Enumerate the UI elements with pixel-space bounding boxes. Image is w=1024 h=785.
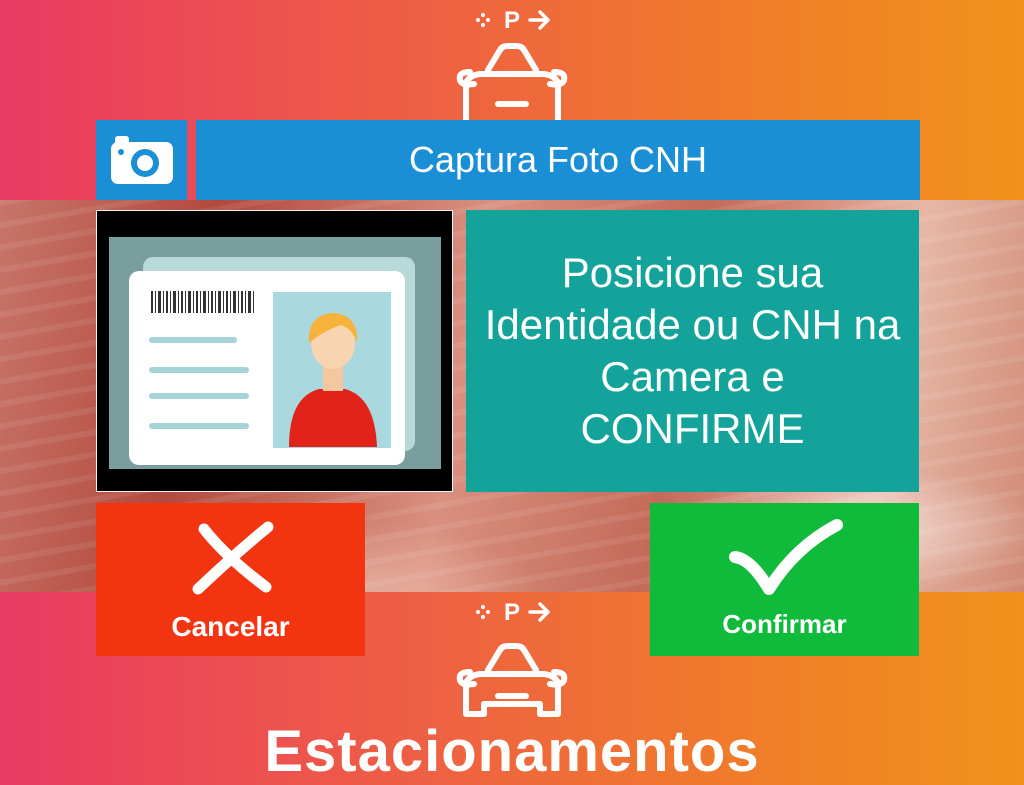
logo-letter: P (504, 7, 520, 34)
logo-letter-bottom: P (504, 599, 520, 626)
page-title: Captura Foto CNH (408, 139, 708, 180)
instruction-panel: Posicione sua Identidade ou CNH na Camer… (466, 210, 919, 492)
cancel-label: Cancelar (171, 611, 290, 642)
brand-name: Estacionamentos (264, 719, 760, 784)
x-icon (96, 517, 365, 597)
checkmark-icon (650, 519, 919, 599)
camera-button[interactable] (96, 120, 187, 200)
confirm-label: Confirmar (722, 609, 847, 639)
confirm-button[interactable]: Confirmar (650, 503, 919, 656)
camera-icon (110, 136, 173, 184)
parking-logo-bottom: P (430, 596, 594, 731)
page-title-bar: Captura Foto CNH (196, 120, 920, 200)
instruction-text: Posicione sua Identidade ou CNH na Camer… (484, 249, 901, 452)
camera-preview (96, 210, 453, 492)
cancel-button[interactable]: Cancelar (96, 503, 365, 656)
id-card-illustration (109, 237, 441, 469)
